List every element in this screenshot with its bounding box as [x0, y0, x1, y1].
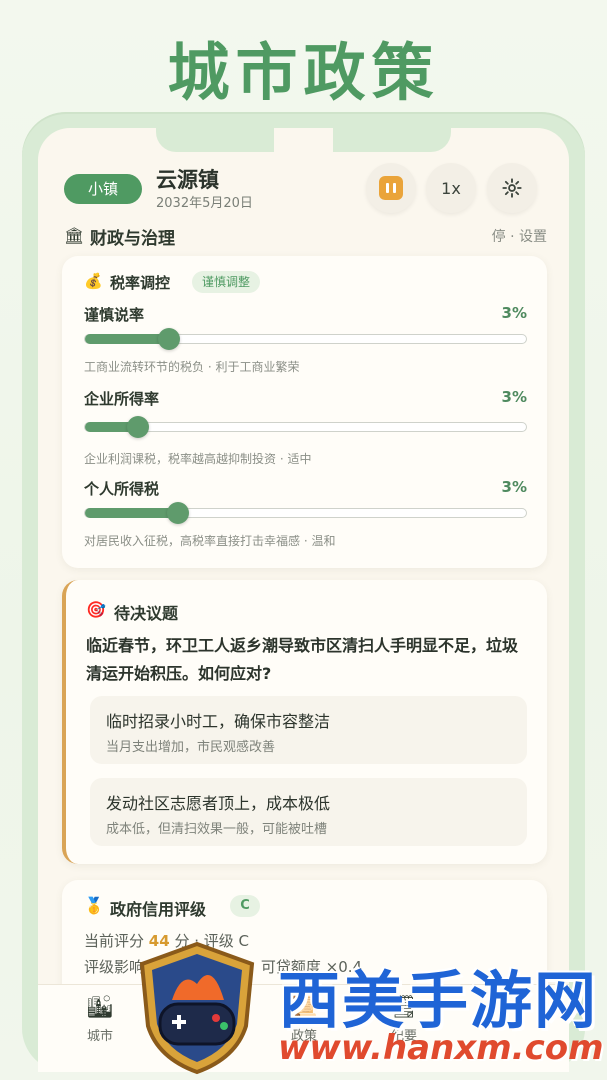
tax-slider-row: 企业所得率 3% 企业利润课税，税率越高越抑制投资 · 适中 [84, 388, 527, 472]
tab-label: 纪要 [390, 1029, 417, 1044]
gear-icon [502, 178, 522, 198]
credit-score-line: 当前评分 44 分 · 评级 C [84, 930, 249, 951]
medal-icon: 🥇 [84, 896, 104, 915]
credit-impact: 评级影响：贷款利率 ×2、可贷额度 ×0.4 [84, 958, 363, 976]
tax-value: 3% [501, 388, 527, 406]
pause-icon [379, 176, 403, 200]
tax-card-title: 税率调控 [110, 274, 171, 292]
issue-option[interactable]: 临时招录小时工，确保市容整洁 当月支出增加，市民观感改善 [90, 696, 527, 764]
slider-handle[interactable] [126, 416, 149, 438]
tax-desc: 对居民收入征税，高税率直接打击幸福感 · 温和 [84, 534, 336, 548]
tax-mode-chip[interactable]: 谨慎调整 [192, 271, 261, 293]
city-icon: 🏙 [86, 995, 114, 1020]
speed-button[interactable]: 1x [426, 163, 476, 213]
tax-desc: 工商业流转环节的税负 · 利于工商业繁荣 [84, 360, 300, 374]
policy-icon: 📜 [290, 995, 318, 1020]
section-settings-link[interactable]: 停 · 设置 [492, 226, 547, 246]
option-title: 发动社区志愿者顶上，成本极低 [106, 794, 331, 813]
pending-issue-card: 🎯 待决议题 临近春节，环卫工人返乡潮导致市区清扫人手明显不足，垃圾清运开始积压… [62, 580, 547, 864]
finance-section-header: 🏛 财政与治理 停 · 设置 [64, 224, 547, 249]
tab-notes[interactable]: 🗒 纪要 [364, 993, 444, 1044]
phone-frame: 小镇 云源镇 2032年5月20日 1x 🏛 财政与治理 停 · 设置 💰 税率… [22, 112, 585, 1072]
page-hero-title: 城市政策 [167, 36, 440, 109]
score-suffix: 分 · 评级 C [174, 932, 249, 950]
option-title: 临时招录小时工，确保市容整洁 [106, 712, 331, 731]
tax-value: 3% [501, 304, 527, 322]
tax-slider[interactable] [84, 328, 527, 350]
credit-score: 44 [148, 932, 170, 950]
tab-policy[interactable]: 📜 政策 [264, 993, 344, 1044]
issue-title: 待决议题 [114, 604, 179, 623]
bottom-tab-bar: 🏙 城市 📜 政策 🗒 纪要 [38, 984, 569, 1072]
game-date: 2032年5月20日 [156, 196, 253, 211]
tax-value: 3% [501, 478, 527, 496]
notes-icon: 🗒 [390, 995, 418, 1020]
town-type-badge[interactable]: 小镇 [64, 174, 142, 204]
town-name: 云源镇 [156, 168, 219, 192]
app-screen: 小镇 云源镇 2032年5月20日 1x 🏛 财政与治理 停 · 设置 💰 税率… [38, 128, 569, 1072]
tab-label: 城市 [86, 1029, 113, 1044]
tax-name: 谨慎说率 [84, 306, 145, 324]
target-icon: 🎯 [86, 600, 106, 619]
score-prefix: 当前评分 [84, 932, 145, 950]
tax-slider-row: 谨慎说率 3% 工商业流转环节的税负 · 利于工商业繁荣 [84, 304, 527, 388]
tab-city[interactable]: 🏙 城市 [60, 993, 140, 1044]
tax-desc: 企业利润课税，税率越高越抑制投资 · 适中 [84, 452, 312, 466]
tax-name: 个人所得税 [84, 480, 160, 498]
credit-title: 政府信用评级 [110, 900, 207, 919]
tax-rate-card: 💰 税率调控 谨慎调整 谨慎说率 3% 工商业流转环节的税负 · 利于工商业繁荣… [62, 256, 547, 568]
top-header: 小镇 云源镇 2032年5月20日 1x [38, 162, 569, 222]
slider-handle[interactable] [166, 502, 189, 524]
pause-button[interactable] [366, 163, 416, 213]
tax-slider-row: 个人所得税 3% 对居民收入征税，高税率直接打击幸福感 · 温和 [84, 478, 527, 562]
government-building-icon: 🏛 [64, 226, 85, 245]
grade-chip: C [230, 895, 260, 917]
issue-question: 临近春节，环卫工人返乡潮导致市区清扫人手明显不足，垃圾清运开始积压。如何应对? [86, 636, 519, 683]
slider-handle[interactable] [157, 328, 180, 350]
tax-slider[interactable] [84, 416, 527, 438]
tab-label: 政策 [290, 1029, 317, 1044]
settings-button[interactable] [487, 163, 537, 213]
section-title: 财政与治理 [90, 229, 175, 249]
tax-slider[interactable] [84, 502, 527, 524]
option-desc: 成本低，但清扫效果一般，可能被吐槽 [106, 822, 328, 837]
issue-option[interactable]: 发动社区志愿者顶上，成本极低 成本低，但清扫效果一般，可能被吐槽 [90, 778, 527, 846]
option-desc: 当月支出增加，市民观感改善 [106, 740, 276, 755]
money-bag-icon: 💰 [84, 272, 103, 290]
tax-name: 企业所得率 [84, 390, 160, 408]
